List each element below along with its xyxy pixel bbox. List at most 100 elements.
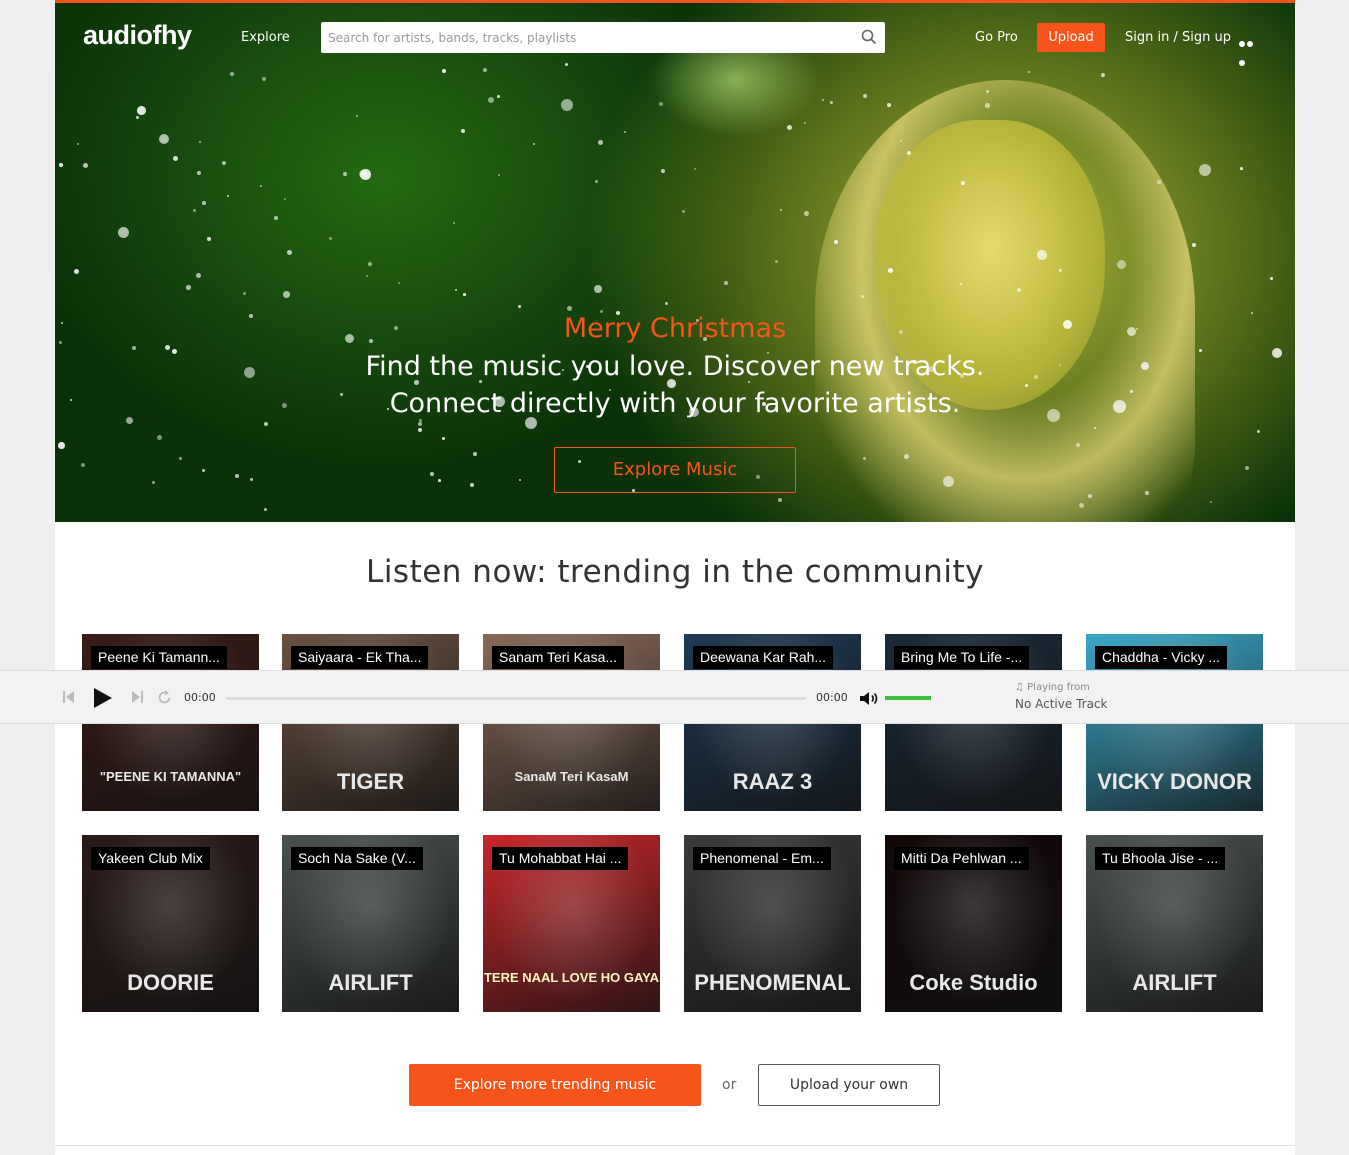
search-icon[interactable] bbox=[861, 29, 877, 45]
hero-tagline-1: Find the music you love. Discover new tr… bbox=[365, 351, 985, 382]
go-pro-link[interactable]: Go Pro bbox=[975, 30, 1018, 45]
snowflake bbox=[533, 143, 536, 146]
trending-tile[interactable]: PHENOMENAL Phenomenal - Em... bbox=[684, 835, 861, 1012]
snowflake bbox=[442, 69, 446, 73]
snowflake bbox=[775, 260, 779, 264]
cover-art-title: "PEENE KI TAMANNA" bbox=[99, 769, 242, 784]
tile-title[interactable]: Peene Ki Tamann... bbox=[91, 646, 227, 669]
trending-tile[interactable]: TERE NAAL LOVE HO GAYA Tu Mohabbat Hai ..… bbox=[483, 835, 660, 1012]
snowflake bbox=[595, 180, 599, 184]
nav-explore[interactable]: Explore bbox=[241, 30, 290, 45]
snowflake bbox=[1088, 494, 1092, 498]
snowflake bbox=[1028, 71, 1031, 74]
snowflake bbox=[1025, 384, 1028, 387]
tile-title[interactable]: Saiyaara - Ek Tha... bbox=[291, 646, 429, 669]
tile-title[interactable]: Deewana Kar Rah... bbox=[693, 646, 834, 669]
snowflake bbox=[356, 115, 359, 118]
snowflake bbox=[804, 211, 809, 216]
previous-icon[interactable] bbox=[63, 690, 75, 704]
time-total: 00:00 bbox=[816, 691, 848, 704]
playing-from-label: ♫ Playing from bbox=[1015, 682, 1090, 693]
snowflake bbox=[1245, 466, 1250, 471]
snowflake bbox=[287, 250, 292, 255]
volume-slider[interactable] bbox=[885, 696, 931, 700]
tile-title[interactable]: Tu Mohabbat Hai ... bbox=[492, 847, 629, 870]
cover-art-title: AIRLIFT bbox=[328, 970, 413, 995]
trending-tile[interactable]: DOORIE Yakeen Club Mix bbox=[82, 835, 259, 1012]
active-track-label: No Active Track bbox=[1015, 697, 1108, 711]
or-text: or bbox=[722, 1077, 737, 1093]
snowflake bbox=[461, 129, 465, 133]
snowflake bbox=[418, 428, 422, 432]
snowflake bbox=[118, 227, 130, 239]
tile-title[interactable]: Sanam Teri Kasa... bbox=[492, 646, 625, 669]
snowflake bbox=[1145, 491, 1149, 495]
snowflake bbox=[260, 185, 263, 188]
trending-tile[interactable]: AIRLIFT Tu Bhoola Jise - ... bbox=[1086, 835, 1263, 1012]
volume-icon[interactable] bbox=[860, 691, 880, 706]
snowflake bbox=[186, 285, 191, 290]
cover-art-title: AIRLIFT bbox=[1132, 970, 1217, 995]
snowflake bbox=[787, 125, 792, 130]
tile-title[interactable]: Phenomenal - Em... bbox=[693, 847, 831, 870]
play-icon[interactable] bbox=[93, 687, 113, 709]
tile-title[interactable]: Mitti Da Pehlwan ... bbox=[894, 847, 1029, 870]
snowflake bbox=[694, 168, 697, 171]
snowflake bbox=[598, 140, 603, 145]
snowflake bbox=[470, 483, 475, 488]
tile-title[interactable]: Bring Me To Life -... bbox=[894, 646, 1030, 669]
snowflake bbox=[83, 163, 89, 169]
explore-music-button[interactable]: Explore Music bbox=[554, 447, 796, 493]
explore-more-button[interactable]: Explore more trending music bbox=[409, 1064, 701, 1106]
music-note-icon: ♫ bbox=[1015, 682, 1028, 693]
snowflake bbox=[483, 68, 488, 73]
snowflake bbox=[202, 469, 206, 473]
search-input[interactable] bbox=[321, 22, 841, 53]
snowflake bbox=[197, 171, 201, 175]
snowflake bbox=[207, 237, 211, 241]
snowflake bbox=[227, 195, 230, 198]
snowflake bbox=[159, 134, 170, 145]
audio-player-bar: 00:00 00:00 ♫ Playing from No Active Tra… bbox=[0, 670, 1349, 724]
tile-title[interactable]: Chaddha - Vicky ... bbox=[1095, 646, 1228, 669]
snowflake bbox=[179, 457, 182, 460]
snowflake bbox=[1192, 243, 1197, 248]
trending-tile[interactable]: AIRLIFT Soch Na Sake (V... bbox=[282, 835, 459, 1012]
snowflake bbox=[366, 275, 369, 278]
snowflake bbox=[243, 292, 246, 295]
sign-in-link[interactable]: Sign in / Sign up bbox=[1125, 30, 1231, 45]
snowflake bbox=[230, 72, 234, 76]
tile-title[interactable]: Yakeen Club Mix bbox=[91, 847, 210, 870]
snowflake bbox=[780, 209, 783, 212]
snowflake bbox=[804, 122, 807, 125]
cover-art-title: RAAZ 3 bbox=[732, 769, 813, 794]
next-icon[interactable] bbox=[131, 690, 143, 704]
snowflake bbox=[196, 273, 201, 278]
snowflake bbox=[659, 102, 663, 106]
snowflake bbox=[398, 282, 401, 285]
progress-track[interactable] bbox=[226, 697, 806, 700]
tile-title[interactable]: Soch Na Sake (V... bbox=[291, 847, 423, 870]
snowflake bbox=[137, 106, 146, 115]
repeat-icon[interactable] bbox=[157, 690, 172, 705]
snowflake bbox=[77, 143, 80, 146]
snowflake bbox=[1101, 73, 1106, 78]
snowflake bbox=[157, 435, 162, 440]
upload-your-own-button[interactable]: Upload your own bbox=[758, 1064, 940, 1106]
snowflake bbox=[418, 422, 423, 427]
page-container: audiofhy Explore Go Pro Upload Sign in /… bbox=[55, 0, 1295, 1155]
tile-title[interactable]: Tu Bhoola Jise - ... bbox=[1095, 847, 1226, 870]
upload-button[interactable]: Upload bbox=[1037, 23, 1105, 52]
hero-tagline-2: Connect directly with your favorite arti… bbox=[389, 388, 961, 419]
more-menu-icon[interactable] bbox=[1239, 32, 1261, 66]
cover-art-title: PHENOMENAL bbox=[694, 970, 851, 995]
audiofhy-logo[interactable]: audiofhy bbox=[83, 20, 192, 51]
snowflake bbox=[473, 452, 477, 456]
top-accent-line bbox=[55, 0, 1295, 3]
snowflake bbox=[264, 422, 269, 427]
cover-art-title: DOORIE bbox=[127, 970, 214, 995]
trending-tile[interactable]: Coke Studio Mitti Da Pehlwan ... bbox=[885, 835, 1062, 1012]
snowflake bbox=[1257, 430, 1261, 434]
snowflake bbox=[498, 174, 501, 177]
snowflake bbox=[343, 172, 347, 176]
